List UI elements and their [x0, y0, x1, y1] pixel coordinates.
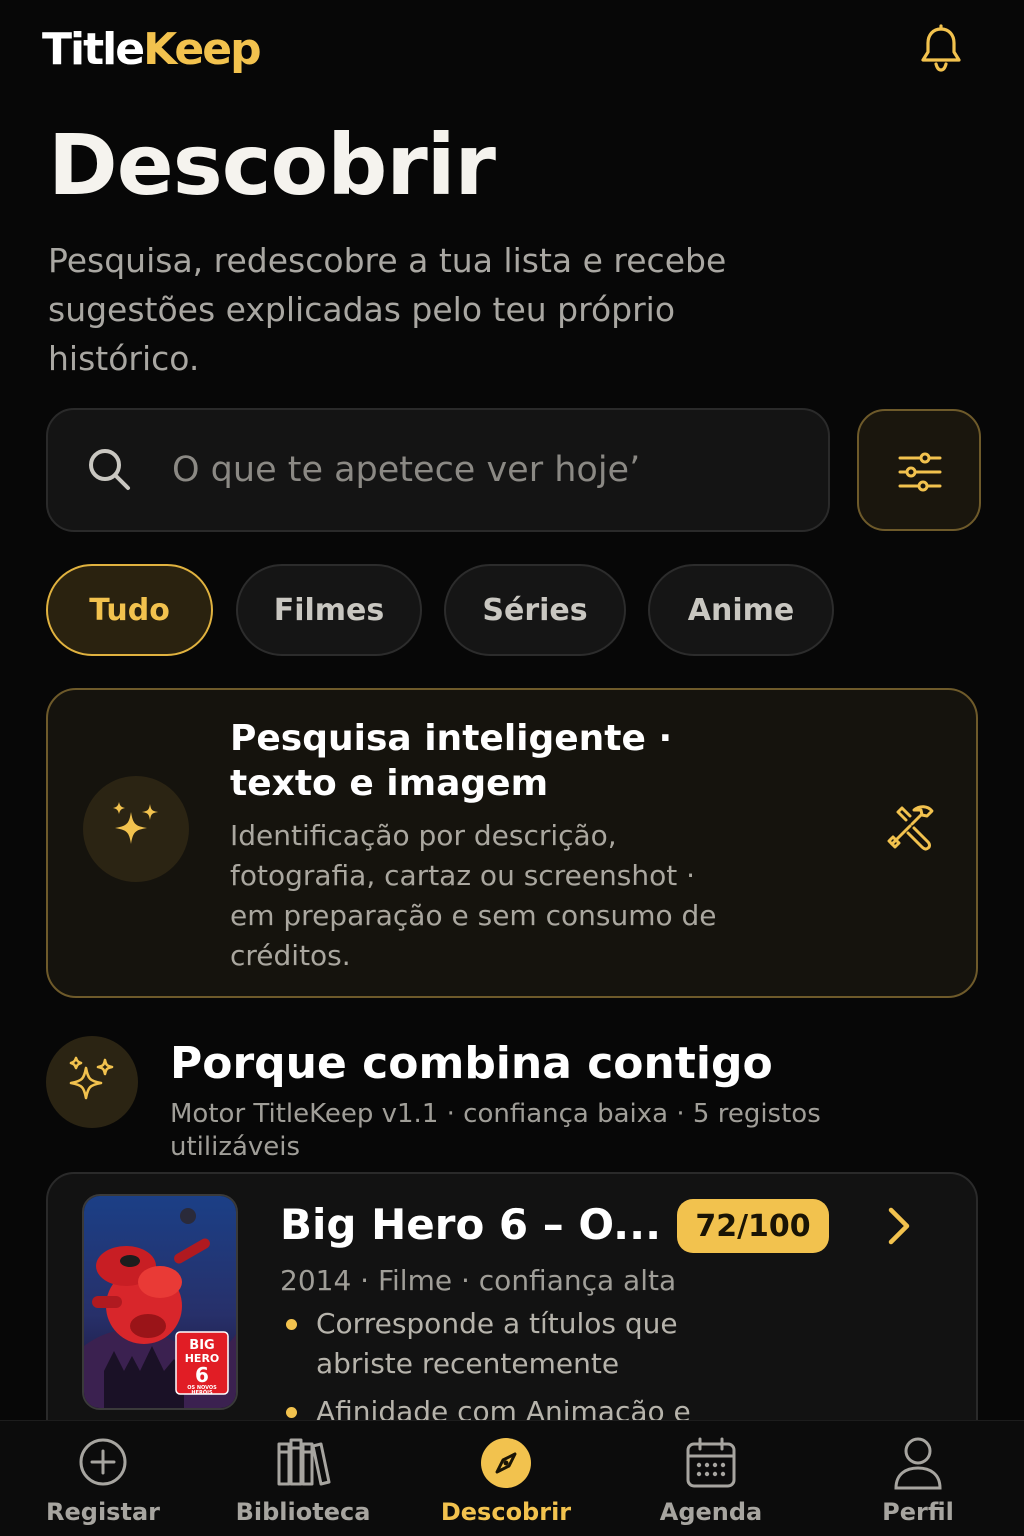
- app-logo: TitleKeep: [42, 24, 262, 75]
- page-subtitle: Pesquisa, redescobre a tua lista e receb…: [48, 241, 727, 378]
- library-icon: [277, 1438, 331, 1486]
- search-icon: [89, 449, 130, 490]
- nav-registar[interactable]: Registar: [23, 1420, 183, 1536]
- compass-icon: [481, 1438, 531, 1488]
- reason-text: Corresponde a títulos que abriste recent…: [316, 1307, 678, 1380]
- tools-icon: [887, 805, 934, 851]
- recommendations-title: Porque combina contigo: [170, 1038, 773, 1089]
- sparkles-icon: [113, 802, 158, 844]
- filter-button[interactable]: [857, 409, 981, 531]
- nav-label: Perfil: [882, 1498, 954, 1526]
- nav-agenda[interactable]: Agenda: [631, 1420, 791, 1536]
- score-badge: 72/100: [677, 1199, 829, 1253]
- nav-label: Agenda: [659, 1498, 763, 1526]
- user-icon: [894, 1437, 942, 1490]
- nav-biblioteca[interactable]: Biblioteca: [223, 1420, 383, 1536]
- poster-title-number: 6: [195, 1363, 209, 1387]
- nav-label: Registar: [46, 1498, 160, 1526]
- logo-title: Title: [42, 24, 145, 75]
- tab-filmes[interactable]: Filmes: [236, 564, 422, 656]
- tab-anime[interactable]: Anime: [648, 564, 834, 656]
- logo-keep: Keep: [143, 24, 262, 75]
- recommendation-title[interactable]: Big Hero 6 – O...: [280, 1200, 661, 1249]
- app-header: TitleKeep: [0, 0, 1024, 110]
- recommendations-badge: [46, 1036, 138, 1128]
- tab-tudo[interactable]: Tudo: [46, 564, 213, 656]
- reason-item: Corresponde a títulos que abriste recent…: [280, 1304, 720, 1384]
- calendar-icon: [686, 1437, 736, 1488]
- smart-search-description: Identificação por descrição, fotografia,…: [230, 819, 717, 972]
- bell-icon[interactable]: [914, 22, 968, 76]
- tab-series[interactable]: Séries: [444, 564, 626, 656]
- plus-circle-icon: [79, 1438, 127, 1486]
- reason-item: Afinidade com Animação e: [280, 1392, 720, 1420]
- bullet-dot: [286, 1407, 297, 1418]
- smart-search-badge: [83, 776, 189, 882]
- nav-descobrir[interactable]: Descobrir: [426, 1420, 586, 1536]
- smart-search-title: Pesquisa inteligente · texto e imagem: [230, 718, 673, 804]
- poster-subtitle-2: HERÓIS: [191, 1389, 213, 1396]
- chevron-right-icon[interactable]: [882, 1204, 916, 1248]
- nav-label: Descobrir: [440, 1498, 572, 1526]
- recommendation-meta: 2014 · Filme · confiança alta: [280, 1264, 677, 1297]
- search-input[interactable]: [172, 444, 792, 496]
- movie-poster[interactable]: BIG HERO 6 OS NOVOS HERÓIS: [82, 1194, 238, 1410]
- reason-text: Afinidade com Animação e: [316, 1395, 691, 1420]
- sliders-icon: [898, 452, 942, 492]
- nav-label: Biblioteca: [235, 1498, 371, 1526]
- nav-perfil[interactable]: Perfil: [838, 1420, 998, 1536]
- bullet-dot: [286, 1319, 297, 1330]
- poster-title-big: BIG: [189, 1338, 214, 1353]
- recommendations-meta: Motor TitleKeep v1.1 · confiança baixa ·…: [170, 1099, 821, 1162]
- page-title: Descobrir: [48, 116, 496, 214]
- sparkles-icon: [69, 1056, 114, 1100]
